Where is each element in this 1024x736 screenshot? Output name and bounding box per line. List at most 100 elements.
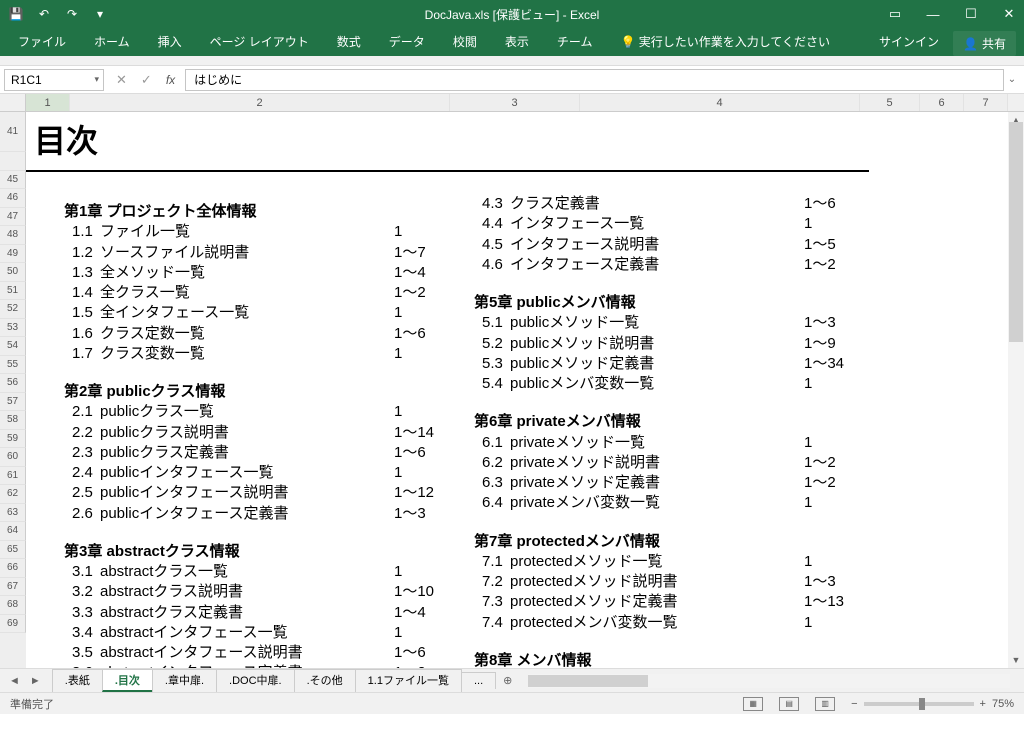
toc-num: 6.2 (474, 453, 510, 473)
toc-pages: 1～34 (804, 354, 884, 374)
chapter-title: 第3章 abstractクラス情報 (64, 542, 474, 562)
sheet-tab[interactable]: .目次 (102, 669, 153, 692)
row-header[interactable]: 52 (0, 300, 26, 319)
zoom-level[interactable]: 75% (992, 698, 1014, 710)
tab-data[interactable]: データ (375, 27, 439, 56)
row-header[interactable]: 60 (0, 448, 26, 467)
save-icon[interactable]: 💾 (8, 6, 24, 22)
row-header[interactable]: 50 (0, 263, 26, 282)
undo-icon[interactable]: ↶ (36, 6, 52, 22)
row-header[interactable]: 69 (0, 615, 26, 634)
share-button[interactable]: 👤共有 (953, 31, 1016, 56)
col-header[interactable]: 4 (580, 94, 860, 111)
row-header[interactable]: 57 (0, 393, 26, 412)
tab-first-icon[interactable]: ◄ (6, 675, 23, 687)
row-header[interactable]: 62 (0, 485, 26, 504)
formula-input[interactable]: はじめに (185, 69, 1004, 91)
tab-home[interactable]: ホーム (80, 27, 144, 56)
horizontal-scrollbar[interactable] (528, 674, 1010, 688)
row-header[interactable]: 54 (0, 337, 26, 356)
select-all-corner[interactable] (0, 94, 26, 111)
row-header[interactable]: 47 (0, 208, 26, 227)
tab-view[interactable]: 表示 (491, 27, 543, 56)
maximize-button[interactable]: ☐ (964, 7, 978, 21)
sheet-tab[interactable]: .その他 (294, 669, 356, 692)
normal-view-icon[interactable]: ▦ (743, 697, 763, 711)
tab-review[interactable]: 校閲 (439, 27, 491, 56)
toc-pages: 1 (804, 613, 884, 633)
fx-icon[interactable]: fx (166, 73, 175, 87)
scroll-down-icon[interactable]: ▼ (1008, 652, 1024, 668)
row-header[interactable]: 61 (0, 467, 26, 486)
toc-num: 7.3 (474, 592, 510, 612)
toc-pages: 1～6 (394, 324, 474, 344)
row-header[interactable]: 63 (0, 504, 26, 523)
row-header[interactable]: 45 (0, 171, 26, 190)
row-header[interactable]: 49 (0, 245, 26, 264)
tab-pagelayout[interactable]: ページ レイアウト (196, 27, 323, 56)
toc-label: クラス定数一覧 (100, 324, 394, 344)
row-header[interactable]: 51 (0, 282, 26, 301)
row-header[interactable]: 48 (0, 226, 26, 245)
row-header[interactable]: 53 (0, 319, 26, 338)
formula-expand-icon[interactable]: ⌄ (1004, 74, 1020, 85)
scroll-thumb[interactable] (1009, 122, 1023, 342)
toc-item: 7.4protectedメンバ変数一覧1 (474, 613, 884, 633)
pagelayout-view-icon[interactable]: ▤ (779, 697, 799, 711)
toc-label: abstractインタフェース一覧 (100, 623, 394, 643)
row-header[interactable]: 68 (0, 596, 26, 615)
new-sheet-button[interactable]: ⊕ (495, 672, 520, 689)
toc-num: 3.3 (64, 603, 100, 623)
toc-pages: 1～12 (394, 483, 474, 503)
sheet-tab[interactable]: 1.1ファイル一覧 (355, 669, 462, 692)
tab-insert[interactable]: 挿入 (144, 27, 196, 56)
zoom-out-button[interactable]: − (851, 698, 857, 710)
close-button[interactable]: ✕ (1002, 7, 1016, 21)
status-label: 準備完了 (10, 696, 54, 712)
row-header[interactable]: 64 (0, 522, 26, 541)
worksheet[interactable]: 目次 第1章 プロジェクト全体情報1.1ファイル一覧11.2ソースファイル説明書… (26, 112, 1024, 668)
tellme[interactable]: 💡 実行したい作業を入力してください (606, 27, 844, 56)
tab-team[interactable]: チーム (543, 27, 607, 56)
row-header[interactable]: 58 (0, 411, 26, 430)
signin-link[interactable]: サインイン (865, 27, 953, 56)
col-header[interactable]: 1 (26, 94, 70, 111)
tab-formulas[interactable]: 数式 (323, 27, 375, 56)
col-header[interactable]: 6 (920, 94, 964, 111)
row-header[interactable]: 41 (0, 112, 26, 152)
tabs-more[interactable]: ... (461, 672, 496, 689)
row-header[interactable] (0, 152, 26, 171)
chevron-down-icon[interactable]: ▾ (94, 74, 99, 85)
zoom-in-button[interactable]: + (980, 698, 986, 710)
tab-file[interactable]: ファイル (4, 27, 80, 56)
row-header[interactable]: 67 (0, 578, 26, 597)
minimize-button[interactable]: ― (926, 7, 940, 21)
cancel-icon[interactable]: ✕ (116, 72, 127, 88)
row-header[interactable]: 46 (0, 189, 26, 208)
col-header[interactable]: 7 (964, 94, 1008, 111)
chapter-title: 第7章 protectedメンバ情報 (474, 532, 884, 552)
col-header[interactable]: 5 (860, 94, 920, 111)
row-header[interactable]: 59 (0, 430, 26, 449)
pagebreak-view-icon[interactable]: ▥ (815, 697, 835, 711)
qat-dd-icon[interactable]: ▾ (92, 6, 108, 22)
tab-last-icon[interactable]: ► (27, 675, 44, 687)
col-header[interactable]: 2 (70, 94, 450, 111)
hscroll-thumb[interactable] (528, 675, 648, 687)
redo-icon[interactable]: ↷ (64, 6, 80, 22)
enter-icon[interactable]: ✓ (141, 72, 152, 88)
sheet-tab[interactable]: .章中扉. (152, 669, 217, 692)
row-header[interactable]: 56 (0, 374, 26, 393)
toc-item: 4.4インタフェース一覧1 (474, 214, 884, 234)
ribbon-options-icon[interactable]: ▭ (888, 7, 902, 21)
sheet-tab[interactable]: .表紙 (52, 669, 103, 692)
row-header[interactable]: 55 (0, 356, 26, 375)
vertical-scrollbar[interactable]: ▲ ▼ (1008, 112, 1024, 668)
row-header[interactable]: 65 (0, 541, 26, 560)
zoom-slider[interactable] (864, 702, 974, 706)
name-box[interactable]: R1C1 ▾ (4, 69, 104, 91)
zoom-knob[interactable] (919, 698, 925, 710)
sheet-tab[interactable]: .DOC中扉. (216, 669, 295, 692)
row-header[interactable]: 66 (0, 559, 26, 578)
col-header[interactable]: 3 (450, 94, 580, 111)
